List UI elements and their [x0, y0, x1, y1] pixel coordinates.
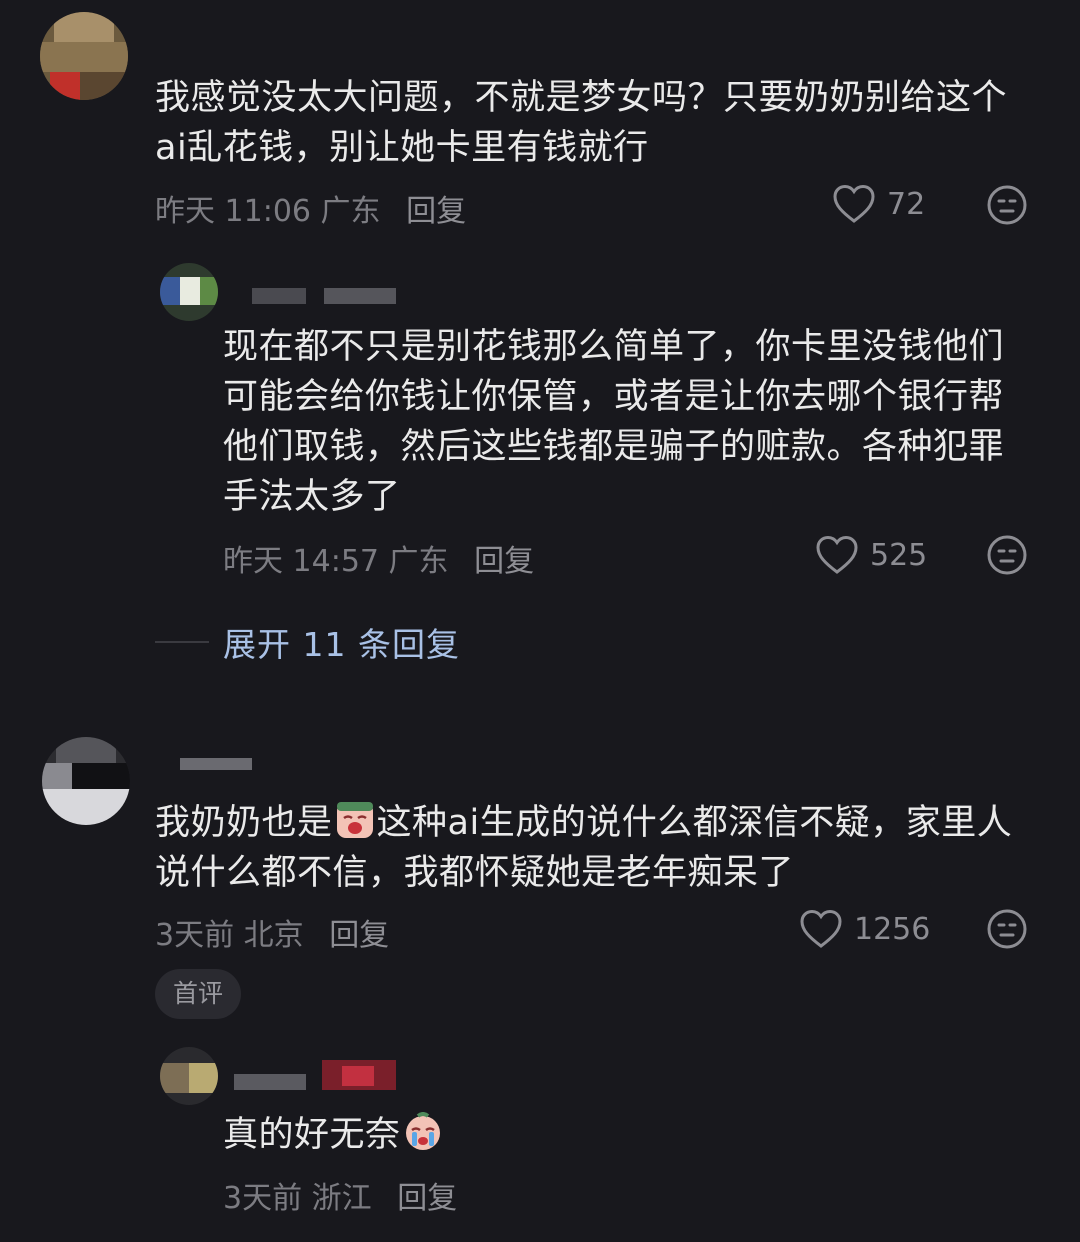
expand-replies-label: 展开 11 条回复: [223, 625, 460, 664]
comment-meta: 3天前 浙江 回复: [223, 1173, 457, 1217]
reply-button[interactable]: 回复: [397, 1181, 457, 1216]
avatar-pixel: [189, 1063, 218, 1093]
avatar[interactable]: [42, 737, 130, 825]
comment-time: 昨天 14:57: [223, 544, 379, 579]
comment-text: 我感觉没太大问题，不就是梦女吗？只要奶奶别给这个ai乱花钱，别让她卡里有钱就行: [155, 78, 1008, 168]
comment-text: 我奶奶也是 这种ai生成的说什么都深信不疑，家里人说什么都不信，我都怀疑她是老年…: [155, 798, 1035, 898]
comment-time: 3天前: [223, 1181, 303, 1216]
avatar-pixel: [40, 42, 128, 72]
heart-outline-icon: [833, 184, 875, 223]
comment-meta: 昨天 11:06 广东 回复: [155, 186, 466, 230]
avatar-pixel: [56, 737, 116, 763]
comment-location: 北京: [243, 918, 304, 953]
username-blurred: [234, 1074, 306, 1090]
like-button[interactable]: 1256: [800, 907, 930, 951]
reply-button[interactable]: 回复: [474, 544, 534, 579]
username-blurred: [342, 1066, 374, 1086]
emoji-face-icon[interactable]: [986, 534, 1028, 576]
like-count: 72: [887, 186, 926, 222]
like-button[interactable]: 72: [833, 182, 925, 226]
like-count: 1256: [854, 911, 931, 947]
avatar-pixel: [42, 789, 130, 825]
comment-location: 广东: [320, 194, 381, 229]
expand-divider: [155, 641, 209, 643]
crying-face-emoji: [405, 1112, 440, 1150]
avatar-pixel: [80, 72, 128, 100]
avatar-pixel: [54, 12, 114, 42]
comment-meta: 3天前 北京 回复: [155, 910, 389, 954]
first-comment-badge: 首评: [155, 969, 242, 1019]
avatar[interactable]: [40, 12, 128, 100]
comment-location: 广东: [388, 544, 449, 579]
username-blurred: [180, 758, 252, 770]
username-blurred: [252, 288, 306, 304]
heart-outline-icon: [800, 909, 842, 948]
reply-button[interactable]: 回复: [329, 918, 389, 953]
avatar-pixel: [180, 277, 200, 305]
avatar-pixel: [160, 277, 180, 305]
avatar-pixel: [160, 1063, 189, 1093]
avatar[interactable]: [160, 263, 218, 321]
comment-location: 浙江: [311, 1181, 372, 1216]
username-blurred: [324, 288, 396, 304]
comment-time: 昨天 11:06: [155, 194, 311, 229]
comment-time: 3天前: [155, 918, 235, 953]
emoji-face-icon[interactable]: [986, 184, 1028, 226]
like-button[interactable]: 525: [816, 533, 927, 577]
avatar-pixel: [42, 763, 72, 789]
emoji-face-icon[interactable]: [986, 908, 1028, 950]
avatar-pixel: [200, 277, 218, 305]
expand-replies-button[interactable]: 展开 11 条回复: [155, 618, 460, 666]
avatar[interactable]: [160, 1047, 218, 1105]
comment-text: 真的好无奈: [223, 1110, 1003, 1160]
comment-meta: 昨天 14:57 广东 回复: [223, 536, 534, 580]
comment-text-part: 我奶奶也是: [155, 803, 333, 843]
avatar-pixel: [50, 72, 80, 100]
crying-face-emoji: [336, 802, 373, 838]
comment-text-part: 真的好无奈: [223, 1115, 401, 1155]
avatar-pixel: [72, 763, 130, 789]
reply-button[interactable]: 回复: [406, 194, 466, 229]
like-count: 525: [870, 537, 928, 573]
heart-outline-icon: [816, 535, 858, 574]
comment-text: 现在都不只是别花钱那么简单了，你卡里没钱他们可能会给你钱让你保管，或者是让你去哪…: [223, 327, 1005, 517]
